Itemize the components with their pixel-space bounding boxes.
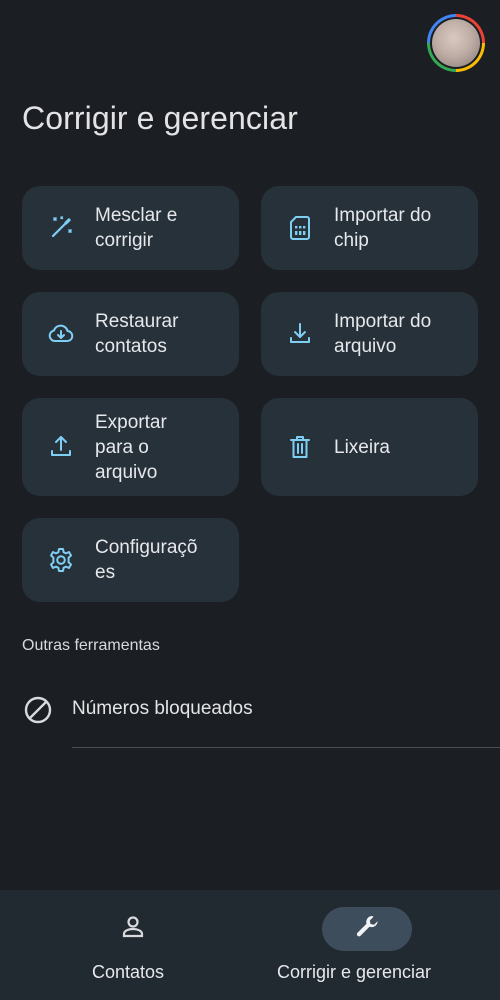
nav-tab-contacts[interactable]: Contatos <box>70 890 200 1000</box>
settings-button[interactable]: Configuraçõ es <box>22 518 239 602</box>
download-icon <box>285 319 315 349</box>
restore-contacts-label: Restaurar contatos <box>95 311 179 357</box>
settings-label: Configuraçõ es <box>95 537 198 583</box>
bottom-navigation: Contatos Corrigir e gerenciar <box>0 890 500 1000</box>
upload-icon <box>46 432 76 462</box>
trash-label: Lixeira <box>334 436 390 458</box>
avatar-photo <box>432 19 480 67</box>
page-title: Corrigir e gerenciar <box>22 100 298 136</box>
avatar-ring <box>430 17 482 69</box>
import-from-file-label: Importar do arquivo <box>334 311 432 357</box>
merge-and-fix-button[interactable]: Mesclar e corrigir <box>22 186 239 270</box>
import-from-sim-button[interactable]: Importar do chip <box>261 186 478 270</box>
trash-icon <box>285 432 315 462</box>
blocked-numbers-item[interactable]: Números bloqueados <box>0 688 500 732</box>
nav-contacts-label: Contatos <box>92 962 165 982</box>
other-tools-heading: Outras ferramentas <box>22 637 160 654</box>
blocked-numbers-label: Números bloqueados <box>72 698 253 719</box>
person-icon <box>119 913 147 946</box>
nav-tab-fix-and-manage[interactable]: Corrigir e gerenciar <box>272 890 472 1000</box>
divider <box>72 747 500 748</box>
cloud-download-icon <box>46 319 76 349</box>
restore-contacts-button[interactable]: Restaurar contatos <box>22 292 239 376</box>
wrench-icon <box>353 913 381 946</box>
nav-fix-pill <box>322 907 412 951</box>
gear-icon <box>46 545 76 575</box>
import-from-sim-label: Importar do chip <box>334 205 432 251</box>
trash-button[interactable]: Lixeira <box>261 398 478 496</box>
account-avatar[interactable] <box>427 14 485 72</box>
sim-card-icon <box>285 213 315 243</box>
nav-fix-label: Corrigir e gerenciar <box>277 962 432 982</box>
import-from-file-button[interactable]: Importar do arquivo <box>261 292 478 376</box>
magic-wand-icon <box>46 213 76 243</box>
nav-contacts-pill <box>88 907 178 951</box>
merge-and-fix-label: Mesclar e corrigir <box>95 205 178 251</box>
export-to-file-label: Exportar para o arquivo <box>95 411 167 483</box>
export-to-file-button[interactable]: Exportar para o arquivo <box>22 398 239 496</box>
block-icon <box>23 695 53 725</box>
